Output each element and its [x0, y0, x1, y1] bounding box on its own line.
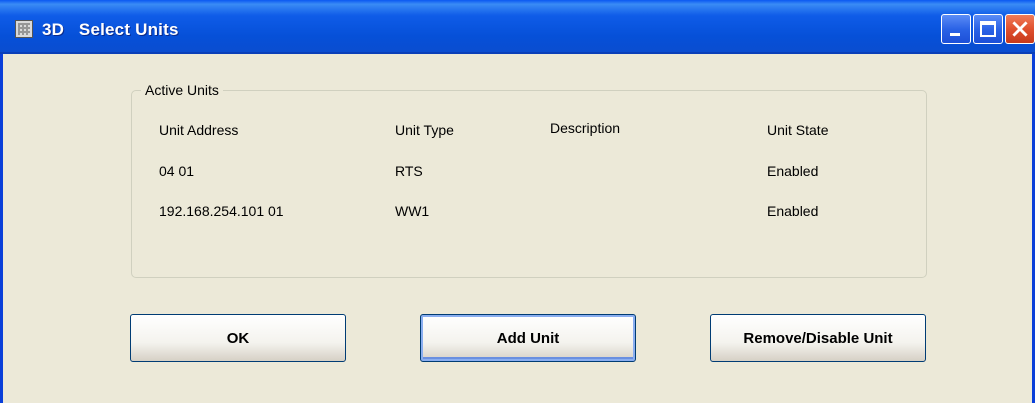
title-bar[interactable]: 3D Select Units [0, 0, 1035, 54]
maximize-button[interactable] [973, 14, 1003, 44]
window-controls [941, 14, 1035, 44]
table-icon[interactable] [15, 20, 33, 38]
minimize-icon [950, 33, 960, 36]
active-units-label: Active Units [141, 82, 223, 98]
ok-button[interactable]: OK [130, 314, 346, 362]
unit-address-cell: 04 01 [159, 163, 195, 179]
select-units-window: 3D Select Units Active Units Unit Addres… [0, 0, 1035, 403]
window-title: 3D Select Units [42, 20, 179, 39]
close-button[interactable] [1005, 14, 1035, 44]
column-header-unit-address: Unit Address [159, 122, 239, 138]
close-icon [1012, 21, 1028, 37]
unit-state-cell: Enabled [767, 163, 819, 179]
unit-type-cell: WW1 [395, 203, 430, 219]
minimize-button[interactable] [941, 14, 971, 44]
unit-address-cell: 192.168.254.101 01 [159, 203, 284, 219]
add-unit-button[interactable]: Add Unit [420, 314, 636, 362]
unit-type-cell: RTS [395, 163, 423, 179]
column-header-unit-state: Unit State [767, 122, 829, 138]
remove-disable-unit-button[interactable]: Remove/Disable Unit [710, 314, 926, 362]
column-header-description: Description [550, 120, 621, 136]
column-header-unit-type: Unit Type [395, 122, 454, 138]
active-units-group [131, 90, 927, 278]
maximize-icon [980, 21, 996, 37]
unit-state-cell: Enabled [767, 203, 819, 219]
